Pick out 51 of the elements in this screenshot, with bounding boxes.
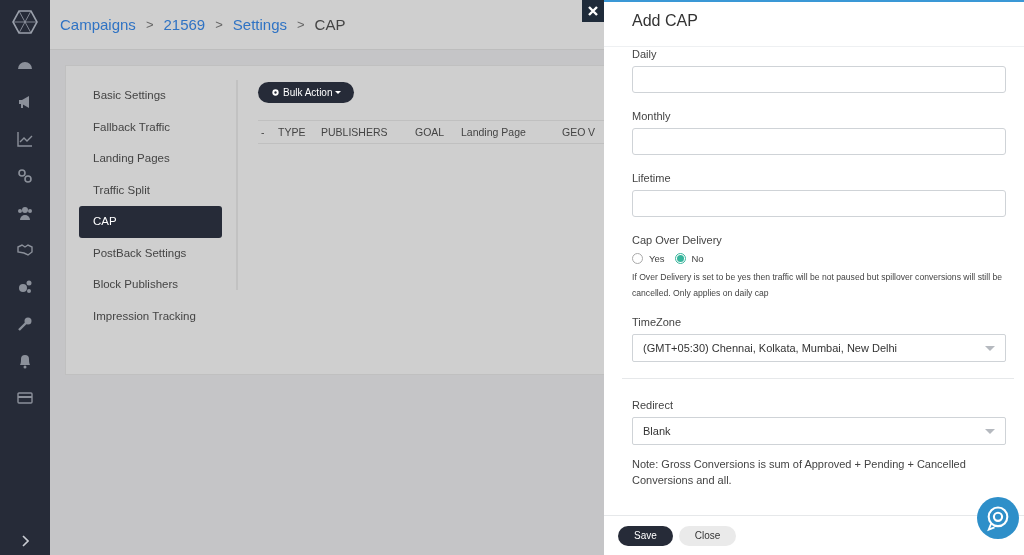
link-icon[interactable] [17, 168, 33, 184]
radio-label: Yes [649, 253, 665, 264]
expand-chevron-icon[interactable] [21, 535, 29, 547]
bell-icon[interactable] [17, 353, 33, 369]
column-header: TYPE [278, 126, 307, 138]
chart-icon[interactable] [17, 131, 33, 147]
breadcrumb-separator: > [145, 17, 154, 32]
bulk-action-button[interactable]: Bulk Action [258, 82, 355, 103]
logo-icon[interactable] [12, 10, 38, 34]
close-button[interactable]: Close [678, 525, 737, 546]
select-field[interactable]: Blank [632, 417, 1006, 445]
settings-menu-item[interactable]: Impression Tracking [79, 300, 222, 332]
breadcrumb-separator: > [215, 17, 223, 32]
column-header: V [588, 126, 595, 138]
input-field[interactable] [632, 190, 1006, 217]
radio-label: No [691, 253, 704, 264]
field-label: Monthly [632, 110, 672, 122]
close-icon[interactable] [582, 0, 604, 22]
gear-icon [271, 88, 280, 97]
settings-menu-item[interactable]: Landing Pages [79, 143, 222, 175]
input-field[interactable] [632, 128, 1006, 155]
breadcrumb-separator: > [297, 17, 305, 32]
caret-icon [335, 91, 342, 94]
card-icon[interactable] [17, 390, 33, 406]
help-text: If Over Delivery is set to be yes then traffic will be not paused but spillover conversions will still be cancelled. Only applies on daily cap [632, 271, 1003, 300]
column-header: - [260, 126, 266, 138]
caret-icon [985, 345, 995, 351]
input-field[interactable] [632, 66, 1006, 93]
wrench-icon[interactable] [17, 316, 33, 332]
note-text: Note: Gross Conversions is sum of Approved + Pending + Cancelled Conversions and all. [632, 457, 967, 488]
field-label: Daily [632, 48, 658, 60]
select-field[interactable]: (GMT+05:30) Chennai, Kolkata, Mumbai, New Delhi [632, 334, 1006, 362]
settings-menu-item[interactable]: Fallback Traffic [79, 111, 222, 143]
field-label: Lifetime [632, 172, 672, 184]
save-button[interactable]: Save [618, 525, 673, 546]
field-label: Cap Over Delivery [632, 234, 723, 246]
drawer-title: Add CAP [604, 2, 1024, 47]
column-header: PUBLISHERS [321, 126, 389, 138]
settings-menu-item[interactable]: Block Publishers [79, 269, 222, 301]
column-header: GOAL [415, 126, 446, 138]
column-header: GEO [562, 126, 587, 138]
caret-icon [985, 428, 995, 434]
field-label: Redirect [632, 399, 674, 411]
settings-menu-item[interactable]: CAP [79, 206, 222, 238]
settings-menu-item[interactable]: PostBack Settings [79, 237, 222, 269]
field-label: TimeZone [632, 316, 683, 328]
breadcrumb-current: CAP [314, 16, 346, 33]
settings-menu-item[interactable]: Basic Settings [79, 80, 222, 112]
column-header: Landing Page [461, 126, 527, 138]
users-icon[interactable] [17, 205, 33, 221]
settings-menu-item[interactable]: Traffic Split [79, 174, 222, 206]
